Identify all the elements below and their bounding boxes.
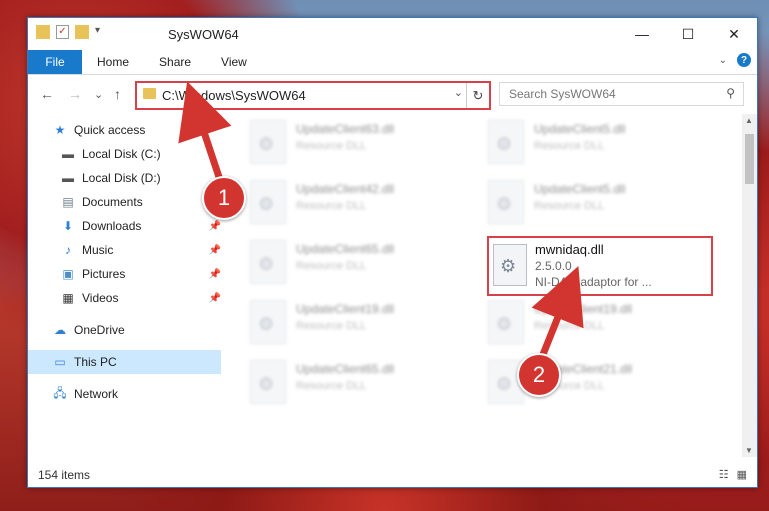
arrow-to-file xyxy=(531,266,584,364)
annotation-arrows xyxy=(178,81,584,364)
step-badge-1: 1 xyxy=(202,176,246,220)
arrow-to-address-bar xyxy=(178,81,232,188)
step-badge-2: 2 xyxy=(517,353,561,397)
